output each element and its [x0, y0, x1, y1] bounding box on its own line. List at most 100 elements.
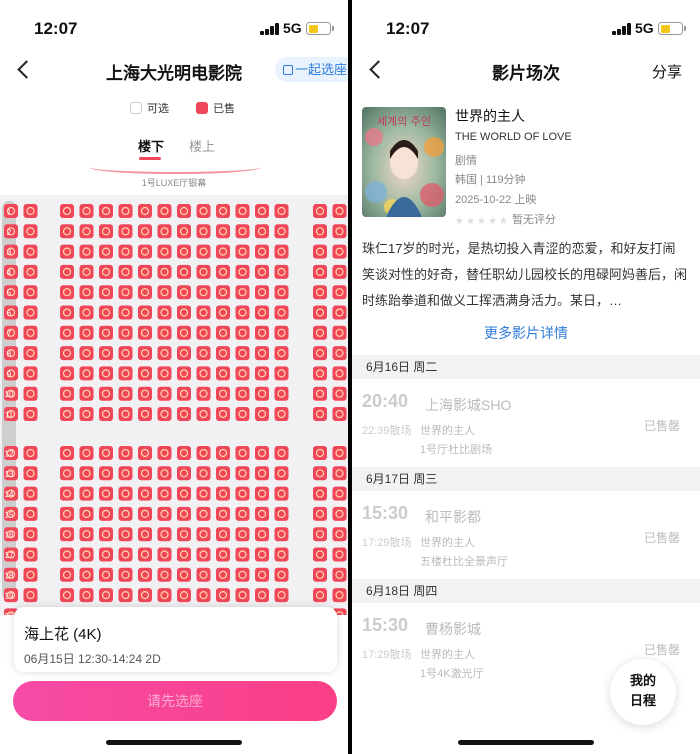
seat-sold[interactable]: [274, 204, 289, 218]
seat-sold[interactable]: [118, 506, 133, 521]
seat-sold[interactable]: [274, 527, 289, 542]
seat-sold[interactable]: [23, 244, 38, 259]
seat-sold[interactable]: [23, 346, 38, 361]
seat-sold[interactable]: [332, 466, 347, 481]
seat-sold[interactable]: [235, 366, 250, 381]
seat-sold[interactable]: [157, 588, 172, 603]
movie-poster[interactable]: 세계의 주인: [362, 107, 446, 217]
seat-sold[interactable]: [235, 547, 250, 562]
seat-sold[interactable]: [196, 204, 211, 218]
seat-sold[interactable]: [177, 366, 191, 381]
seat-sold[interactable]: [235, 285, 250, 300]
seat-sold[interactable]: [138, 588, 152, 603]
seat-sold[interactable]: [274, 305, 289, 320]
seat-sold[interactable]: [196, 588, 211, 603]
seat-sold[interactable]: [138, 305, 152, 320]
seat-sold[interactable]: [23, 588, 38, 603]
seat-sold[interactable]: [255, 224, 269, 239]
seat-sold[interactable]: [196, 346, 211, 361]
seat-sold[interactable]: [157, 466, 172, 481]
my-schedule-button[interactable]: 我的 日程: [610, 659, 676, 725]
seat-sold[interactable]: [23, 325, 38, 340]
seat-sold[interactable]: [274, 486, 289, 501]
seat-sold[interactable]: [99, 547, 113, 562]
tab-upstairs[interactable]: 楼上: [189, 136, 215, 155]
tab-downstairs[interactable]: 楼下: [138, 136, 164, 155]
seat-sold[interactable]: [235, 486, 250, 501]
seat-sold[interactable]: [177, 224, 191, 239]
seat-sold[interactable]: [177, 305, 191, 320]
seat-grid[interactable]: 1234567891011121314151617181920: [0, 195, 348, 615]
seat-sold[interactable]: [196, 224, 211, 239]
seat-sold[interactable]: [138, 346, 152, 361]
seat-sold[interactable]: [255, 407, 269, 421]
seat-sold[interactable]: [255, 325, 269, 340]
seat-sold[interactable]: [60, 204, 74, 218]
seat-sold[interactable]: [196, 305, 211, 320]
seat-sold[interactable]: [332, 244, 347, 259]
seat-sold[interactable]: [157, 244, 172, 259]
seat-sold[interactable]: [313, 244, 327, 259]
seat-sold[interactable]: [196, 547, 211, 562]
seat-sold[interactable]: [118, 567, 133, 582]
seat-sold[interactable]: [313, 366, 327, 381]
seat-sold[interactable]: [177, 204, 191, 218]
seat-sold[interactable]: [138, 325, 152, 340]
seat-sold[interactable]: [255, 506, 269, 521]
seat-sold[interactable]: [274, 346, 289, 361]
seat-sold[interactable]: [79, 527, 94, 542]
seat-sold[interactable]: [216, 366, 230, 381]
seat-sold[interactable]: [216, 285, 230, 300]
seat-sold[interactable]: [216, 204, 230, 218]
seat-sold[interactable]: [216, 486, 230, 501]
seat-sold[interactable]: [196, 506, 211, 521]
seat-sold[interactable]: [177, 588, 191, 603]
seat-sold[interactable]: [177, 264, 191, 279]
seat-sold[interactable]: [60, 366, 74, 381]
seat-sold[interactable]: [177, 486, 191, 501]
seat-sold[interactable]: [99, 567, 113, 582]
seat-sold[interactable]: [255, 446, 269, 460]
seat-sold[interactable]: [216, 567, 230, 582]
seat-sold[interactable]: [157, 407, 172, 421]
seat-sold[interactable]: [118, 527, 133, 542]
seat-sold[interactable]: [157, 305, 172, 320]
seat-map[interactable]: 1234567891011121314151617181920: [0, 195, 348, 615]
seat-sold[interactable]: [196, 244, 211, 259]
seat-sold[interactable]: [313, 588, 327, 603]
seat-sold[interactable]: [138, 407, 152, 421]
seat-sold[interactable]: [235, 264, 250, 279]
seat-sold[interactable]: [23, 407, 38, 421]
seat-sold[interactable]: [138, 224, 152, 239]
seat-sold[interactable]: [216, 407, 230, 421]
seat-sold[interactable]: [79, 386, 94, 401]
seat-sold[interactable]: [23, 446, 38, 460]
seat-sold[interactable]: [138, 386, 152, 401]
seat-sold[interactable]: [157, 386, 172, 401]
seat-sold[interactable]: [177, 446, 191, 460]
seat-sold[interactable]: [79, 486, 94, 501]
seat-sold[interactable]: [60, 407, 74, 421]
seat-sold[interactable]: [313, 325, 327, 340]
seat-sold[interactable]: [216, 466, 230, 481]
seat-sold[interactable]: [79, 244, 94, 259]
seat-sold[interactable]: [23, 527, 38, 542]
seat-sold[interactable]: [157, 224, 172, 239]
seat-sold[interactable]: [255, 204, 269, 218]
seat-sold[interactable]: [332, 527, 347, 542]
seat-sold[interactable]: [118, 588, 133, 603]
seat-sold[interactable]: [332, 305, 347, 320]
seat-sold[interactable]: [255, 588, 269, 603]
seat-sold[interactable]: [196, 407, 211, 421]
seat-sold[interactable]: [118, 346, 133, 361]
seat-sold[interactable]: [99, 486, 113, 501]
seat-sold[interactable]: [255, 264, 269, 279]
seat-sold[interactable]: [235, 224, 250, 239]
seat-sold[interactable]: [138, 264, 152, 279]
seat-sold[interactable]: [332, 285, 347, 300]
seat-sold[interactable]: [138, 285, 152, 300]
seat-sold[interactable]: [196, 466, 211, 481]
seat-sold[interactable]: [99, 264, 113, 279]
seat-sold[interactable]: [60, 285, 74, 300]
seat-sold[interactable]: [196, 285, 211, 300]
